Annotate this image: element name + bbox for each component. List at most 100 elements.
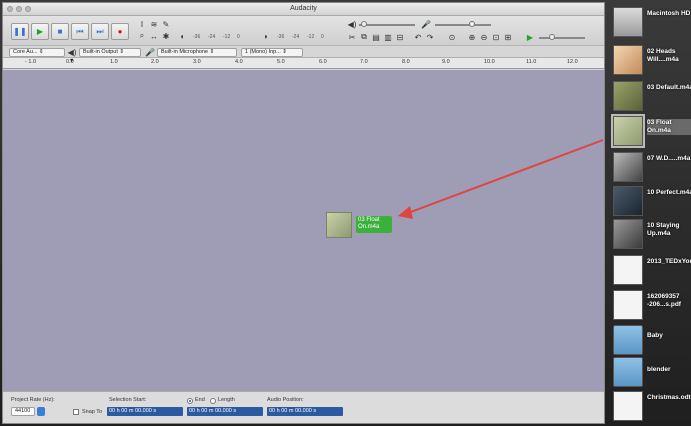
zoom-tool[interactable]: ⌕ bbox=[137, 31, 147, 41]
microphone-icon: 🎤 bbox=[145, 47, 155, 57]
desktop-icons: Macintosh HD 02 Heads Will....m4a 03 Def… bbox=[607, 0, 691, 426]
ruler-tick-label: 7.0 bbox=[360, 59, 368, 65]
desktop-item-audio[interactable]: 03 Default.m4a bbox=[611, 78, 691, 116]
playback-meter-icon: ◗ bbox=[263, 31, 269, 41]
magnifier-icon: ⌕ bbox=[139, 31, 145, 40]
output-device-select[interactable]: Built-in Output ⇕ bbox=[79, 48, 141, 57]
undo-icon[interactable]: ↶ bbox=[413, 32, 423, 42]
desktop-item-document[interactable]: 2013_TEDxYouth...docx bbox=[611, 252, 691, 290]
title-bar[interactable]: Audacity bbox=[3, 3, 604, 16]
desktop-item-label: Baby bbox=[647, 332, 663, 339]
speaker-icon: ◀) bbox=[67, 47, 77, 57]
desktop-item-label: 07 W.D.....m4a bbox=[647, 155, 691, 162]
desktop-item-label: blender bbox=[647, 366, 671, 373]
snap-to-label: Snap To bbox=[82, 409, 103, 415]
desktop-item-label: 03 Float On.m4a bbox=[647, 119, 691, 135]
timeline-ruler[interactable]: - 1.0 0.0 1.0 2.0 3.0 4.0 5.0 6.0 7.0 8.… bbox=[3, 58, 604, 69]
rec-meter-tick: -36 bbox=[193, 34, 201, 40]
desktop-item-macintosh-hd[interactable]: Macintosh HD bbox=[611, 4, 691, 42]
cut-icon[interactable]: ✂ bbox=[347, 32, 357, 42]
album-art-icon bbox=[613, 186, 643, 216]
desktop-item-document[interactable]: Christmas.odt bbox=[611, 388, 691, 426]
audio-position-field[interactable]: 00 h 00 m 00.000 s bbox=[267, 407, 343, 416]
main-toolbar: ❚❚ ▶ ■ ⏮ ⏭ ● I ≋ ✎ ⌕ ↔ ✱ ◖ -36 -24 -12 0… bbox=[3, 16, 604, 46]
length-label: Length bbox=[218, 397, 235, 403]
ruler-tick-label: 12.0 bbox=[567, 59, 578, 65]
input-device-select[interactable]: Built-in Microphone ⇕ bbox=[157, 48, 237, 57]
stop-icon: ■ bbox=[57, 27, 63, 36]
desktop-item-label: Christmas.odt bbox=[647, 394, 691, 401]
desktop-item-label: 162069357 -206...s.pdf bbox=[647, 293, 681, 308]
track-area[interactable] bbox=[3, 70, 604, 391]
audio-host-select[interactable]: Core Au... ⇕ bbox=[9, 48, 65, 57]
desktop-item-label: 02 Heads Will....m4a bbox=[647, 48, 679, 63]
input-volume-slider[interactable] bbox=[435, 24, 491, 26]
selection-start-field[interactable]: 00 h 00 m 00.000 s bbox=[107, 407, 183, 416]
zoom-out-icon[interactable]: ⊖ bbox=[479, 32, 489, 42]
ruler-tick-label: 4.0 bbox=[235, 59, 243, 65]
desktop-item-folder[interactable]: blender bbox=[611, 354, 691, 392]
multi-tool[interactable]: ✱ bbox=[161, 31, 171, 41]
ruler-tick-label: 5.0 bbox=[277, 59, 285, 65]
input-volume-knob[interactable] bbox=[469, 21, 475, 27]
desktop-item-audio[interactable]: 02 Heads Will....m4a bbox=[611, 42, 691, 80]
length-radio[interactable] bbox=[210, 398, 216, 404]
desktop-item-audio[interactable]: 10 Staying Up.m4a bbox=[611, 216, 691, 254]
pdf-file-icon bbox=[613, 290, 643, 320]
ruler-tick-label: 10.0 bbox=[484, 59, 495, 65]
asterisk-icon: ✱ bbox=[162, 31, 170, 41]
output-volume-slider[interactable] bbox=[359, 24, 415, 26]
ruler-tick-label: 3.0 bbox=[193, 59, 201, 65]
play-speed-knob[interactable] bbox=[549, 34, 555, 40]
desktop-item-audio-selected[interactable]: 03 Float On.m4a bbox=[611, 113, 691, 151]
fit-selection-icon[interactable]: ⊡ bbox=[491, 32, 501, 42]
paste-icon[interactable]: ▤ bbox=[371, 32, 381, 42]
desktop-item-label: 03 Default.m4a bbox=[647, 84, 691, 91]
desktop-item-label: 2013_TEDxYouth...docx bbox=[647, 258, 691, 265]
copy-icon[interactable]: ⧉ bbox=[359, 32, 369, 42]
skip-start-button[interactable]: ⏮ bbox=[71, 23, 89, 40]
envelope-tool[interactable]: ≋ bbox=[149, 19, 159, 29]
album-art-icon bbox=[613, 219, 643, 249]
snap-to-checkbox[interactable] bbox=[73, 409, 79, 415]
output-volume-knob[interactable] bbox=[361, 21, 367, 27]
end-radio[interactable] bbox=[187, 398, 193, 404]
record-icon: ● bbox=[117, 27, 123, 36]
fit-project-icon[interactable]: ⊞ bbox=[503, 32, 513, 42]
input-channels-select[interactable]: 1 (Mono) Inp... ⇕ bbox=[241, 48, 303, 57]
skip-start-icon: ⏮ bbox=[76, 26, 84, 36]
desktop-item-label: Macintosh HD bbox=[647, 10, 691, 17]
timeshift-tool[interactable]: ↔ bbox=[149, 31, 159, 41]
input-device-value: Built-in Microphone bbox=[161, 49, 209, 55]
input-volume-icon: 🎤 bbox=[421, 19, 431, 29]
silence-icon[interactable]: ⊟ bbox=[395, 32, 405, 42]
trim-icon[interactable]: ▥ bbox=[383, 32, 393, 42]
redo-icon[interactable]: ↷ bbox=[425, 32, 435, 42]
zoom-in-icon[interactable]: ⊕ bbox=[467, 32, 477, 42]
play-speed-slider[interactable] bbox=[539, 37, 585, 39]
play-at-speed-icon[interactable]: ▶ bbox=[525, 32, 535, 42]
selection-toolbar: Project Rate (Hz): 44100 Snap To Selecti… bbox=[3, 391, 604, 423]
pause-button[interactable]: ❚❚ bbox=[11, 23, 29, 40]
stop-button[interactable]: ■ bbox=[51, 23, 69, 40]
desktop-item-document[interactable]: 162069357 -206...s.pdf bbox=[611, 287, 691, 325]
desktop-item-audio[interactable]: 07 W.D.....m4a bbox=[611, 149, 691, 187]
record-meter-icon: ◖ bbox=[179, 31, 185, 41]
draw-tool[interactable]: ✎ bbox=[161, 19, 171, 29]
skip-end-button[interactable]: ⏭ bbox=[91, 23, 109, 40]
play-meter-tick: 0 bbox=[321, 34, 324, 40]
sync-lock-icon[interactable]: ⊙ bbox=[447, 32, 457, 42]
rec-meter-tick: -24 bbox=[208, 34, 216, 40]
project-rate-stepper[interactable] bbox=[37, 407, 45, 416]
desktop-item-label: 10 Staying Up.m4a bbox=[647, 222, 680, 237]
selection-end-field[interactable]: 00 h 00 m 00.000 s bbox=[187, 407, 263, 416]
output-volume-icon: ◀) bbox=[347, 19, 357, 29]
album-art-icon bbox=[613, 45, 643, 75]
album-art-icon bbox=[613, 81, 643, 111]
project-rate-field[interactable]: 44100 bbox=[11, 407, 35, 416]
selection-tool[interactable]: I bbox=[137, 19, 147, 29]
dragged-file-icon bbox=[326, 212, 352, 238]
play-button[interactable]: ▶ bbox=[31, 23, 49, 40]
record-button[interactable]: ● bbox=[111, 23, 129, 40]
skip-end-icon: ⏭ bbox=[96, 26, 104, 36]
